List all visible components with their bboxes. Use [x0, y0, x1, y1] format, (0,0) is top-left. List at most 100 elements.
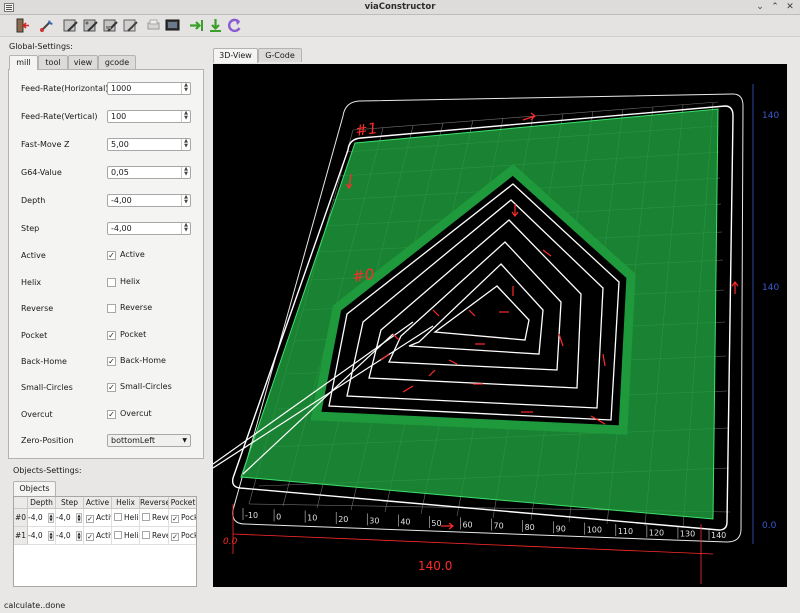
- fast-move-z-input[interactable]: 5,00 ▲ ▼: [107, 138, 191, 151]
- tab-view[interactable]: view: [68, 55, 98, 69]
- cell-pocket-0[interactable]: ✓ Pock: [169, 509, 196, 527]
- print-icon[interactable]: [145, 17, 162, 34]
- feed-rate-vertical-input[interactable]: 100 ▲ ▼: [107, 110, 191, 123]
- spin-arrows-icon[interactable]: ▲ ▼: [181, 167, 190, 178]
- maximize-icon[interactable]: ⌃: [769, 2, 781, 13]
- step-value: -4,00: [111, 224, 132, 233]
- spin-arrows-icon[interactable]: ▲ ▼: [181, 83, 190, 94]
- cell-active-0[interactable]: ✓Activ: [84, 509, 112, 527]
- spin-arrows-icon[interactable]: ▲ ▼: [181, 111, 190, 122]
- spin-arrows-icon[interactable]: ▲ ▼: [181, 139, 190, 150]
- cell-depth-0[interactable]: -4,0 ▲ ▼: [28, 509, 56, 527]
- ruler-tick-label: 40: [400, 518, 410, 527]
- cell-step-0[interactable]: -4,0 ▲ ▼: [56, 509, 84, 527]
- tab-objects[interactable]: Objects: [13, 481, 56, 496]
- save-setup-icon[interactable]: [102, 17, 119, 34]
- active-check-box[interactable]: ✓: [107, 251, 116, 260]
- cell-helix-0-check[interactable]: [114, 513, 122, 521]
- exit-icon[interactable]: [14, 17, 31, 34]
- cell-pocket-1-check[interactable]: ✓: [171, 533, 179, 541]
- tab-3d-view[interactable]: 3D-View: [213, 48, 258, 63]
- ruler-tick-label: 130: [680, 530, 695, 539]
- back-home-check-box[interactable]: ✓: [107, 357, 116, 366]
- column-header-depth[interactable]: Depth: [28, 497, 56, 509]
- zero-position-select[interactable]: bottomLeft ▼: [107, 434, 191, 447]
- objects-table: Depth Step Active Helix Reverse Pocket #…: [13, 496, 197, 587]
- cell-depth-1[interactable]: -4,0 ▲ ▼: [28, 527, 56, 545]
- cell-reverse-0-check[interactable]: [142, 513, 150, 521]
- cell-helix-0[interactable]: Heli: [112, 509, 140, 527]
- overcut-check-box[interactable]: ✓: [107, 410, 116, 419]
- cell-helix-1[interactable]: Heli: [112, 527, 140, 545]
- cell-pocket-1[interactable]: ✓ Pock: [169, 527, 196, 545]
- helix-label: Helix: [21, 278, 42, 287]
- g64-value-input[interactable]: 0,05 ▲ ▼: [107, 166, 191, 179]
- monitor-icon[interactable]: [164, 17, 181, 34]
- spin-arrows-icon[interactable]: ▲ ▼: [76, 513, 82, 523]
- row-header-0[interactable]: #0: [14, 509, 28, 527]
- step-input[interactable]: -4,00 ▲ ▼: [107, 222, 191, 235]
- cell-reverse-1-check[interactable]: [142, 531, 150, 539]
- zero-position-value: bottomLeft: [111, 436, 155, 445]
- origin-label: 0.0: [223, 537, 238, 547]
- download-icon[interactable]: [207, 17, 224, 34]
- column-header-step[interactable]: Step: [56, 497, 84, 509]
- depth-input[interactable]: -4,00 ▲ ▼: [107, 194, 191, 207]
- ruler-tick-label: 110: [618, 527, 633, 536]
- feed-rate-horizontal-value: 1000: [111, 84, 132, 93]
- spin-arrows-icon[interactable]: ▲ ▼: [48, 531, 54, 541]
- spin-arrows-icon[interactable]: ▲ ▼: [181, 195, 190, 206]
- column-header-helix[interactable]: Helix: [112, 497, 140, 509]
- helix-check-text: Helix: [120, 277, 141, 286]
- column-header-active[interactable]: Active: [84, 497, 112, 509]
- load-icon[interactable]: [38, 17, 55, 34]
- view-tabs: 3D-View G-Code: [213, 48, 323, 63]
- spin-arrows-icon[interactable]: ▲ ▼: [48, 513, 54, 523]
- feed-rate-horizontal-input[interactable]: 1000 ▲ ▼: [107, 82, 191, 95]
- cell-reverse-0[interactable]: Reve: [140, 509, 169, 527]
- small-circles-check-box[interactable]: ✓: [107, 383, 116, 392]
- save-icon[interactable]: [62, 17, 79, 34]
- cell-active-0-check[interactable]: ✓: [86, 515, 94, 523]
- overcut-label: Overcut: [21, 410, 53, 419]
- ruler-tick-label: 70: [494, 522, 504, 531]
- tab-mill[interactable]: mill: [9, 55, 38, 70]
- tab-gcode[interactable]: gcode: [98, 55, 136, 69]
- depth-label: Depth: [21, 196, 46, 205]
- cell-active-1-check[interactable]: ✓: [86, 533, 94, 541]
- tab-g-code[interactable]: G-Code: [258, 48, 302, 62]
- save-as-icon[interactable]: [82, 17, 99, 34]
- spin-arrows-icon[interactable]: ▲ ▼: [181, 223, 190, 234]
- cell-step-1[interactable]: -4,0 ▲ ▼: [56, 527, 84, 545]
- object-label-0: #0: [351, 265, 375, 286]
- load-setup-icon[interactable]: [122, 17, 139, 34]
- cell-reverse-1[interactable]: Reve: [140, 527, 169, 545]
- cell-reverse-0-text: Reve: [152, 513, 169, 522]
- cell-pocket-0-check[interactable]: ✓: [171, 515, 179, 523]
- dimension-line-x: [232, 533, 714, 555]
- reverse-check-box[interactable]: [107, 304, 116, 313]
- cell-helix-1-check[interactable]: [114, 531, 122, 539]
- ruler-tick-label: 20: [338, 515, 348, 524]
- fast-move-z-value: 5,00: [111, 140, 129, 149]
- object-label-1: #1: [354, 119, 378, 140]
- cell-helix-1-text: Heli: [124, 531, 139, 540]
- tab-tool[interactable]: tool: [38, 55, 68, 69]
- minimize-icon[interactable]: ⌄: [754, 2, 766, 13]
- small-circles-check-text: Small-Circles: [120, 382, 172, 391]
- pocket-check-box[interactable]: ✓: [107, 331, 116, 340]
- active-label: Active: [21, 251, 46, 260]
- column-header-reverse[interactable]: Reverse: [140, 497, 169, 509]
- spin-arrows-icon[interactable]: ▲ ▼: [76, 531, 82, 541]
- active-check-text: Active: [120, 250, 145, 259]
- side-label-bottom: 0.0: [762, 521, 777, 531]
- close-icon[interactable]: ✕: [784, 2, 796, 13]
- export-icon[interactable]: [188, 17, 205, 34]
- helix-check-box[interactable]: [107, 278, 116, 287]
- 3d-scene[interactable]: #1 #0 140.0 0.0 140 140 0.0 -10 0 10 20 30 40…: [213, 64, 787, 587]
- cell-active-1[interactable]: ✓Activ: [84, 527, 112, 545]
- column-header-pocket[interactable]: Pocket: [169, 497, 196, 509]
- 3d-viewport[interactable]: #1 #0 140.0 0.0 140 140 0.0 -10 0 10 20 30 40…: [213, 64, 787, 587]
- reload-icon[interactable]: [226, 17, 243, 34]
- row-header-1[interactable]: #1: [14, 527, 28, 545]
